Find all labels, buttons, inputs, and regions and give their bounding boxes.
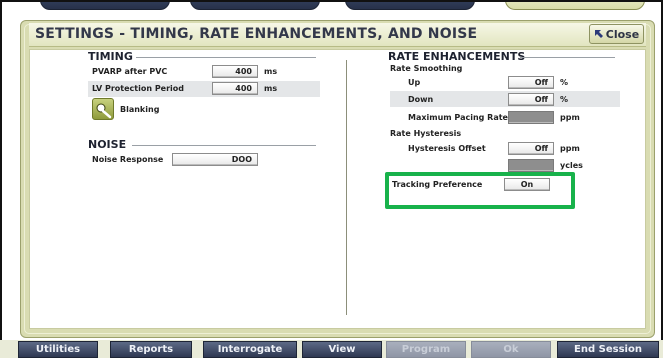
- close-label: Close: [605, 27, 640, 41]
- search-hysteresis-box[interactable]: [508, 159, 554, 172]
- rate-rule: [520, 57, 615, 58]
- column-divider: [346, 60, 347, 315]
- lv-label: LV Protection Period: [92, 84, 185, 93]
- down-unit: %: [560, 95, 569, 104]
- top-tab-strip: [0, 0, 663, 20]
- dialog-title: SETTINGS - TIMING, RATE ENHANCEMENTS, AN…: [35, 26, 478, 42]
- lv-unit: ms: [264, 84, 278, 93]
- arrow-up-left-icon: [594, 30, 603, 38]
- blanking-label: Blanking: [120, 105, 160, 114]
- max-rate-box[interactable]: [508, 111, 554, 124]
- up-value-box[interactable]: Off: [508, 76, 554, 89]
- timing-rule: [136, 57, 316, 58]
- hysteresis-offset-box[interactable]: Off: [508, 142, 554, 155]
- timing-heading: TIMING: [88, 50, 133, 63]
- outer-top-border: [0, 0, 663, 2]
- noise-response-box[interactable]: DOO: [172, 153, 258, 166]
- dialog-title-bar: SETTINGS - TIMING, RATE ENHANCEMENTS, AN…: [29, 23, 646, 47]
- program-button[interactable]: Program: [386, 341, 466, 358]
- pvarp-unit: ms: [264, 67, 278, 76]
- end-session-button[interactable]: End Session: [557, 341, 659, 358]
- view-changes-button[interactable]: View Changes: [302, 341, 382, 358]
- rate-heading: RATE ENHANCEMENTS: [388, 50, 526, 63]
- down-value-box[interactable]: Off: [508, 93, 554, 106]
- interrogate-button[interactable]: Interrogate: [203, 341, 297, 358]
- up-label: Up: [408, 78, 421, 87]
- pvarp-label: PVARP after PVC: [92, 67, 168, 76]
- lv-value-box[interactable]: 400: [212, 82, 258, 95]
- noise-rule: [132, 145, 316, 146]
- max-rate-unit: ppm: [560, 113, 580, 122]
- hysteresis-offset-label: Hysteresis Offset: [408, 144, 486, 153]
- noise-response-label: Noise Response: [92, 155, 164, 164]
- pvarp-value-box[interactable]: 400: [212, 65, 258, 78]
- reports-button[interactable]: Reports: [110, 341, 192, 358]
- blanking-icon[interactable]: [92, 98, 114, 120]
- up-unit: %: [560, 78, 569, 87]
- bottom-toolbar: Utilities Reports Interrogate View Chang…: [0, 340, 663, 358]
- search-hysteresis-unit: ycles: [560, 161, 583, 170]
- max-rate-label: Maximum Pacing Rate: [408, 113, 508, 122]
- rate-smoothing-heading: Rate Smoothing: [390, 64, 463, 73]
- close-button[interactable]: Close: [589, 24, 644, 44]
- down-label: Down: [408, 95, 434, 104]
- utilities-button[interactable]: Utilities: [18, 341, 98, 358]
- noise-heading: NOISE: [88, 138, 127, 151]
- hysteresis-offset-unit: ppm: [560, 144, 580, 153]
- rate-hysteresis-heading: Rate Hysteresis: [390, 129, 462, 138]
- ok-button[interactable]: Ok: [471, 341, 551, 358]
- tracking-preference-highlight: [385, 172, 575, 209]
